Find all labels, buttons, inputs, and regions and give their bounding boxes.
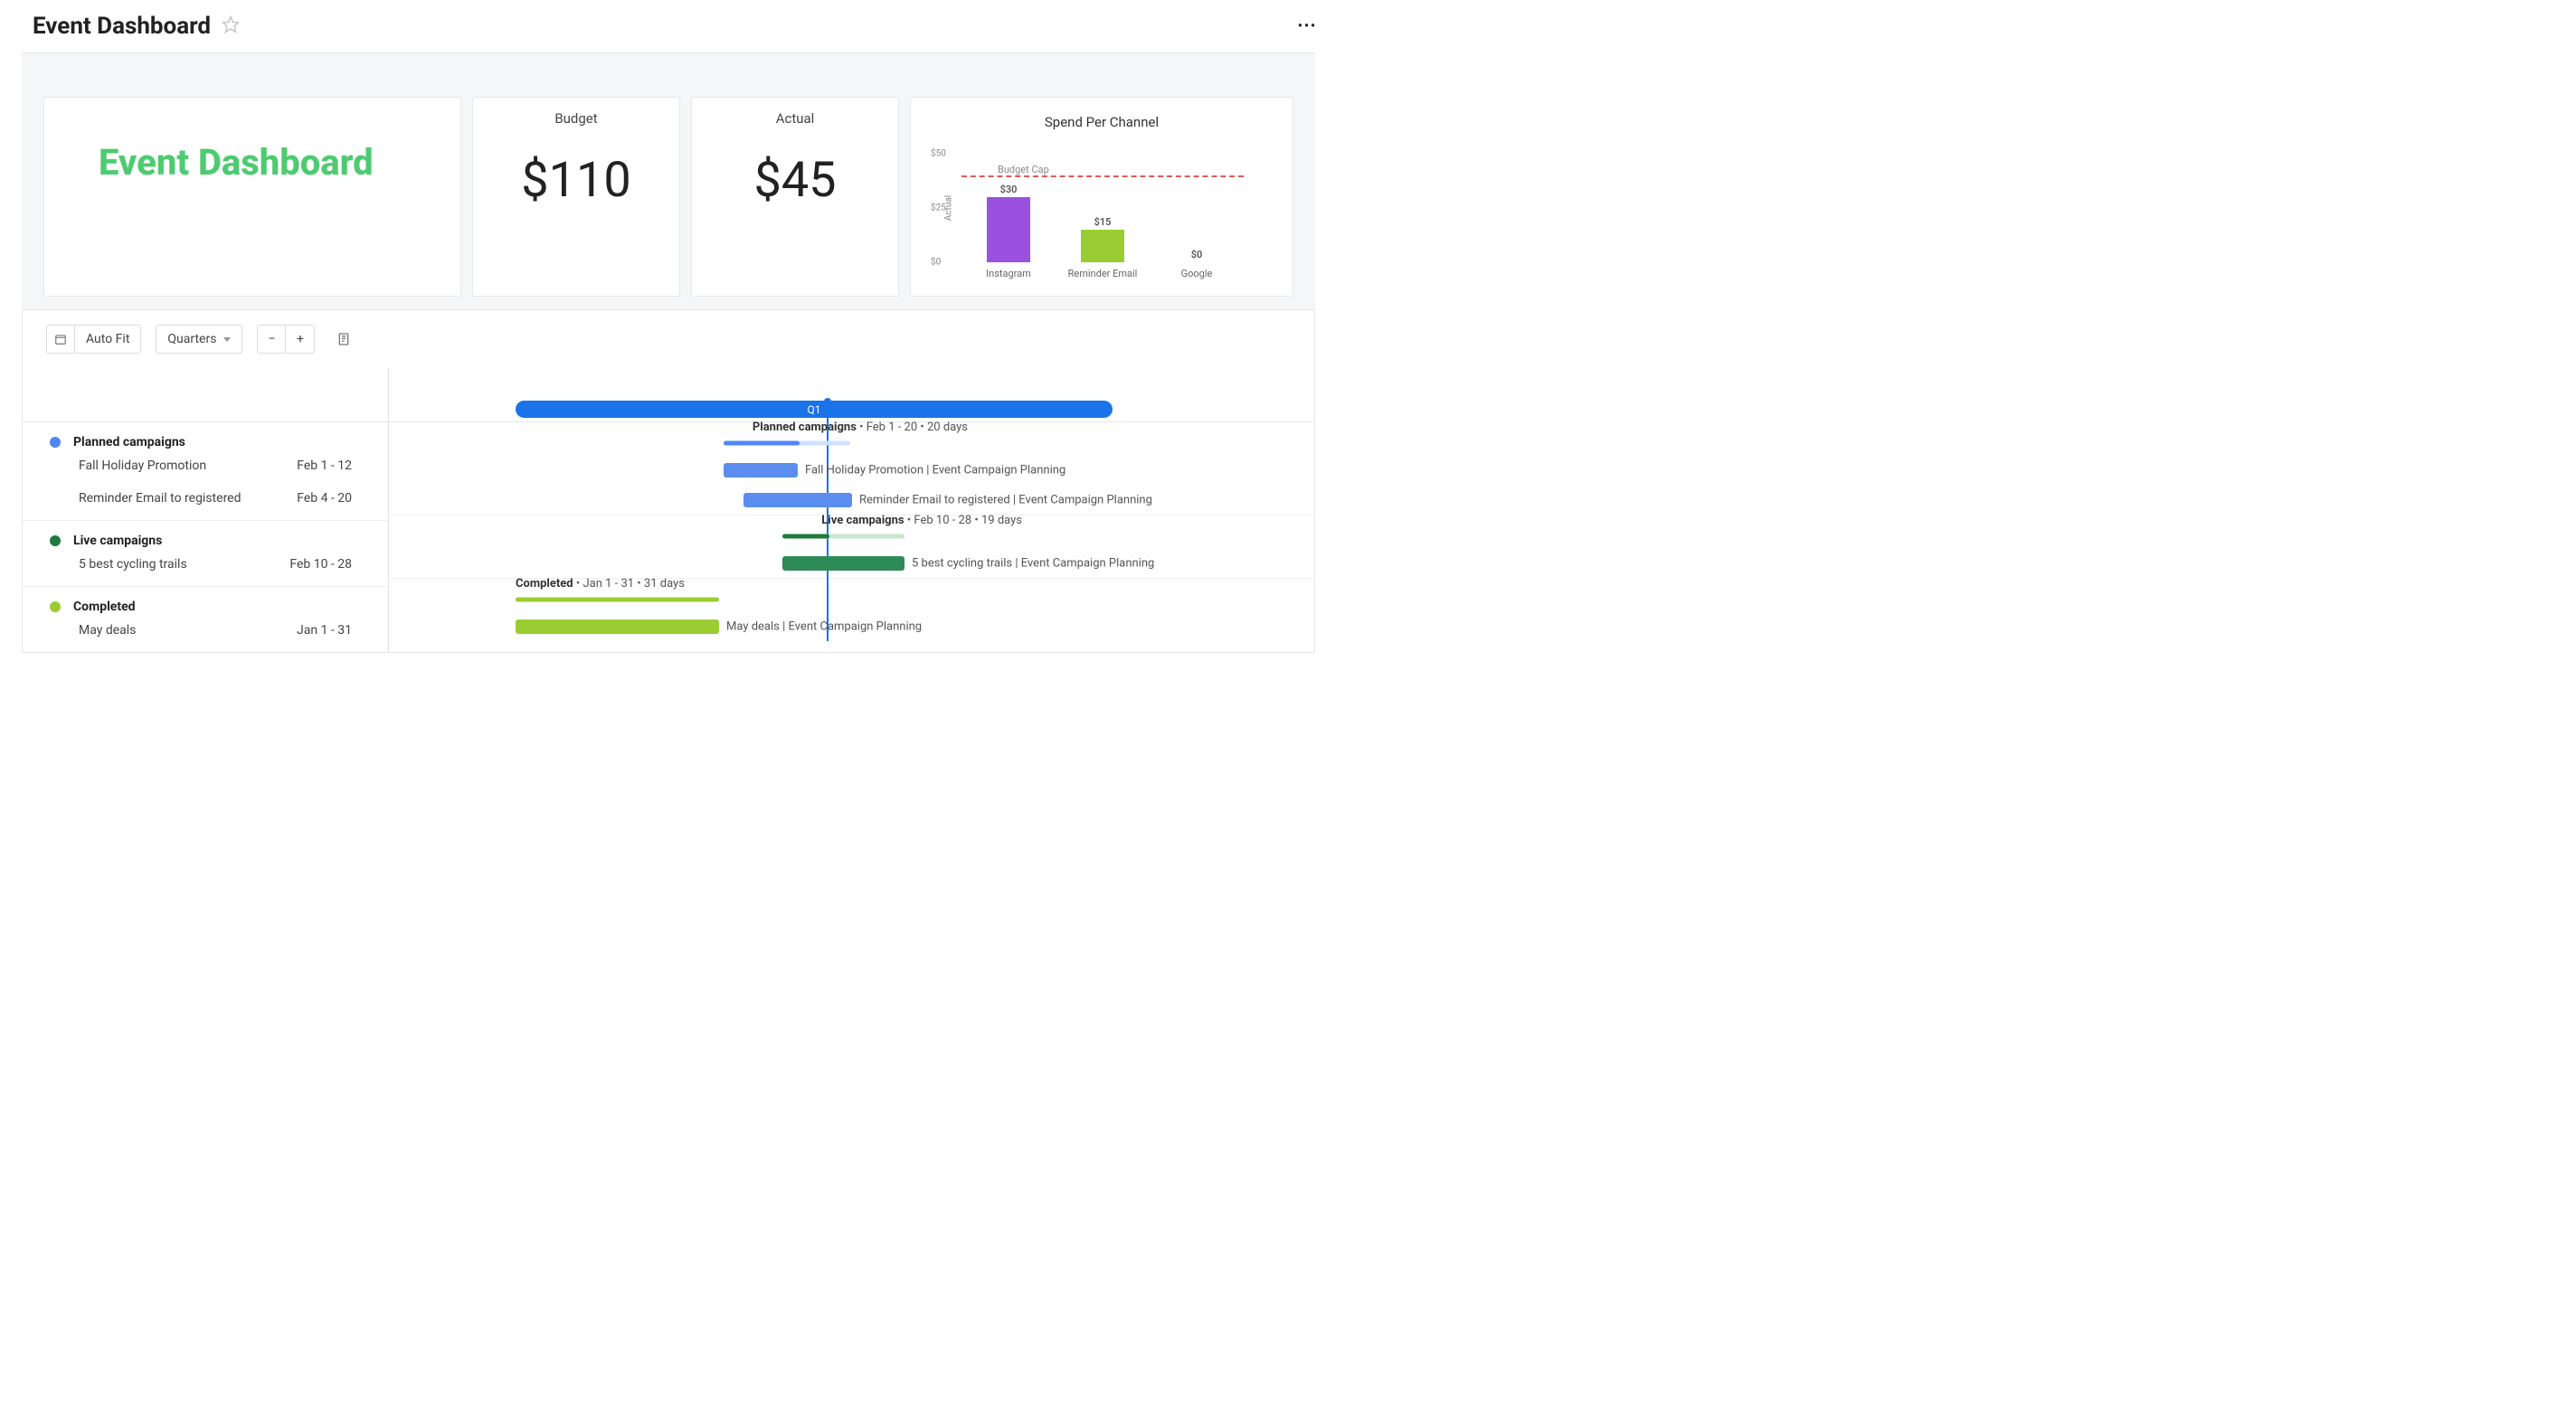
gantt-task-bar[interactable] bbox=[782, 556, 904, 571]
chart-bar: $0 bbox=[1170, 249, 1224, 262]
autofit-button[interactable]: Auto Fit bbox=[75, 325, 141, 354]
gantt-left-panel: Planned campaignsFall Holiday PromotionF… bbox=[23, 368, 389, 652]
gantt-task-name: Fall Holiday Promotion bbox=[79, 459, 206, 473]
hero-card: Event Dashboard bbox=[43, 97, 461, 297]
hero-title: Event Dashboard bbox=[59, 114, 374, 184]
star-icon[interactable] bbox=[222, 15, 240, 37]
group-color-dot bbox=[50, 601, 61, 612]
gantt-bar-row: Fall Holiday Promotion | Event Campaign … bbox=[389, 455, 1314, 485]
autofit-label: Auto Fit bbox=[86, 332, 129, 346]
gantt-group-summary: Completed • Jan 1 - 31 • 31 days bbox=[516, 577, 685, 591]
gantt-task-name: 5 best cycling trails bbox=[79, 557, 187, 572]
gantt-task-bar[interactable] bbox=[516, 619, 719, 634]
gantt-bar-row: May deals | Event Campaign Planning bbox=[389, 611, 1314, 641]
chart-y-tick: $0 bbox=[931, 258, 941, 268]
actual-card: Actual $45 bbox=[691, 97, 899, 297]
gantt-task-name: May deals bbox=[79, 623, 136, 638]
gantt-group-name: Planned campaigns bbox=[73, 435, 185, 449]
spend-per-channel-chart: Spend Per Channel Actual $0$25$50Budget … bbox=[910, 97, 1293, 297]
gantt-toolbar: Auto Fit Quarters − + bbox=[23, 310, 1314, 368]
gantt-group-header[interactable]: Completed bbox=[71, 600, 388, 614]
gantt-task-bar[interactable] bbox=[743, 493, 852, 507]
group-color-dot bbox=[50, 437, 61, 448]
scale-dropdown[interactable]: Quarters bbox=[156, 325, 242, 354]
gantt-task-dates: Feb 10 - 28 bbox=[289, 557, 352, 572]
gantt-group-header[interactable]: Live campaigns bbox=[71, 534, 388, 548]
gantt-task-bar-label: May deals | Event Campaign Planning bbox=[726, 619, 922, 633]
gantt-task-row[interactable]: 5 best cycling trails Feb 10 - 28 bbox=[71, 548, 388, 581]
gantt-group-bar-row: Planned campaigns • Feb 1 - 20 • 20 days bbox=[389, 422, 1314, 455]
gantt-group-bar-row: Live campaigns • Feb 10 - 28 • 19 days bbox=[389, 515, 1314, 548]
quarter-bar: Q1 bbox=[516, 401, 1113, 418]
actual-label: Actual bbox=[706, 110, 884, 127]
budget-value: $110 bbox=[488, 152, 665, 209]
gantt-task-bar-label: 5 best cycling trails | Event Campaign P… bbox=[912, 556, 1154, 570]
chart-bar-value: $15 bbox=[1094, 216, 1112, 228]
chart-y-tick: $25 bbox=[931, 203, 946, 213]
actual-value: $45 bbox=[706, 152, 884, 209]
gantt-group-summary: Planned campaigns • Feb 1 - 20 • 20 days bbox=[753, 421, 968, 434]
zoom-in-button[interactable]: + bbox=[286, 325, 315, 354]
gantt-group-name: Completed bbox=[73, 600, 136, 614]
page-title: Event Dashboard bbox=[33, 13, 211, 40]
gantt-section: Auto Fit Quarters − + Planned campaignsF… bbox=[22, 310, 1315, 653]
more-menu-icon[interactable]: ••• bbox=[1298, 19, 1317, 33]
gantt-task-dates: Jan 1 - 31 bbox=[297, 623, 352, 638]
gantt-group-summary: Live campaigns • Feb 10 - 28 • 19 days bbox=[821, 514, 1022, 527]
group-color-dot bbox=[50, 535, 61, 546]
gantt-task-dates: Feb 4 - 20 bbox=[297, 491, 352, 506]
gantt-task-row[interactable]: Fall Holiday Promotion Feb 1 - 12 bbox=[71, 449, 388, 482]
chart-bar: $15 bbox=[1075, 216, 1130, 262]
chevron-down-icon bbox=[223, 337, 231, 342]
chart-category-label: Reminder Email bbox=[1066, 268, 1139, 279]
chart-bar: $30 bbox=[981, 184, 1036, 262]
chart-category-label: Instagram bbox=[972, 268, 1045, 279]
gantt-task-row[interactable]: May deals Jan 1 - 31 bbox=[71, 614, 388, 647]
budget-label: Budget bbox=[488, 110, 665, 127]
chart-title: Spend Per Channel bbox=[925, 114, 1278, 130]
chart-bar-value: $30 bbox=[1000, 184, 1018, 195]
gantt-task-bar-label: Reminder Email to registered | Event Cam… bbox=[859, 493, 1152, 506]
gantt-group-header[interactable]: Planned campaigns bbox=[71, 435, 388, 449]
gantt-task-bar[interactable] bbox=[724, 463, 798, 478]
chart-y-tick: $50 bbox=[931, 149, 946, 159]
chart-bar-value: $0 bbox=[1191, 249, 1203, 260]
calendar-icon[interactable] bbox=[46, 325, 75, 354]
zoom-out-button[interactable]: − bbox=[257, 325, 286, 354]
budget-card: Budget $110 bbox=[472, 97, 680, 297]
gantt-task-dates: Feb 1 - 12 bbox=[297, 459, 352, 473]
gantt-bar-row: 5 best cycling trails | Event Campaign P… bbox=[389, 548, 1314, 578]
scale-label: Quarters bbox=[167, 332, 216, 346]
gantt-task-bar-label: Fall Holiday Promotion | Event Campaign … bbox=[805, 463, 1065, 477]
gantt-task-row[interactable]: Reminder Email to registered Feb 4 - 20 bbox=[71, 482, 388, 515]
today-marker bbox=[824, 398, 831, 405]
export-icon[interactable] bbox=[329, 325, 358, 354]
topbar: Event Dashboard ••• bbox=[0, 0, 1337, 52]
chart-category-label: Google bbox=[1160, 268, 1233, 279]
gantt-task-name: Reminder Email to registered bbox=[79, 491, 242, 506]
gantt-group-name: Live campaigns bbox=[73, 534, 162, 548]
gantt-bar-row: Reminder Email to registered | Event Cam… bbox=[389, 485, 1314, 515]
dashboard-cards-area: Event Dashboard Budget $110 Actual $45 S… bbox=[22, 52, 1315, 310]
gantt-timeline[interactable]: Q1 Planned campaigns • Feb 1 - 20 • 20 d… bbox=[389, 368, 1314, 652]
gantt-group-bar-row: Completed • Jan 1 - 31 • 31 days bbox=[389, 579, 1314, 611]
